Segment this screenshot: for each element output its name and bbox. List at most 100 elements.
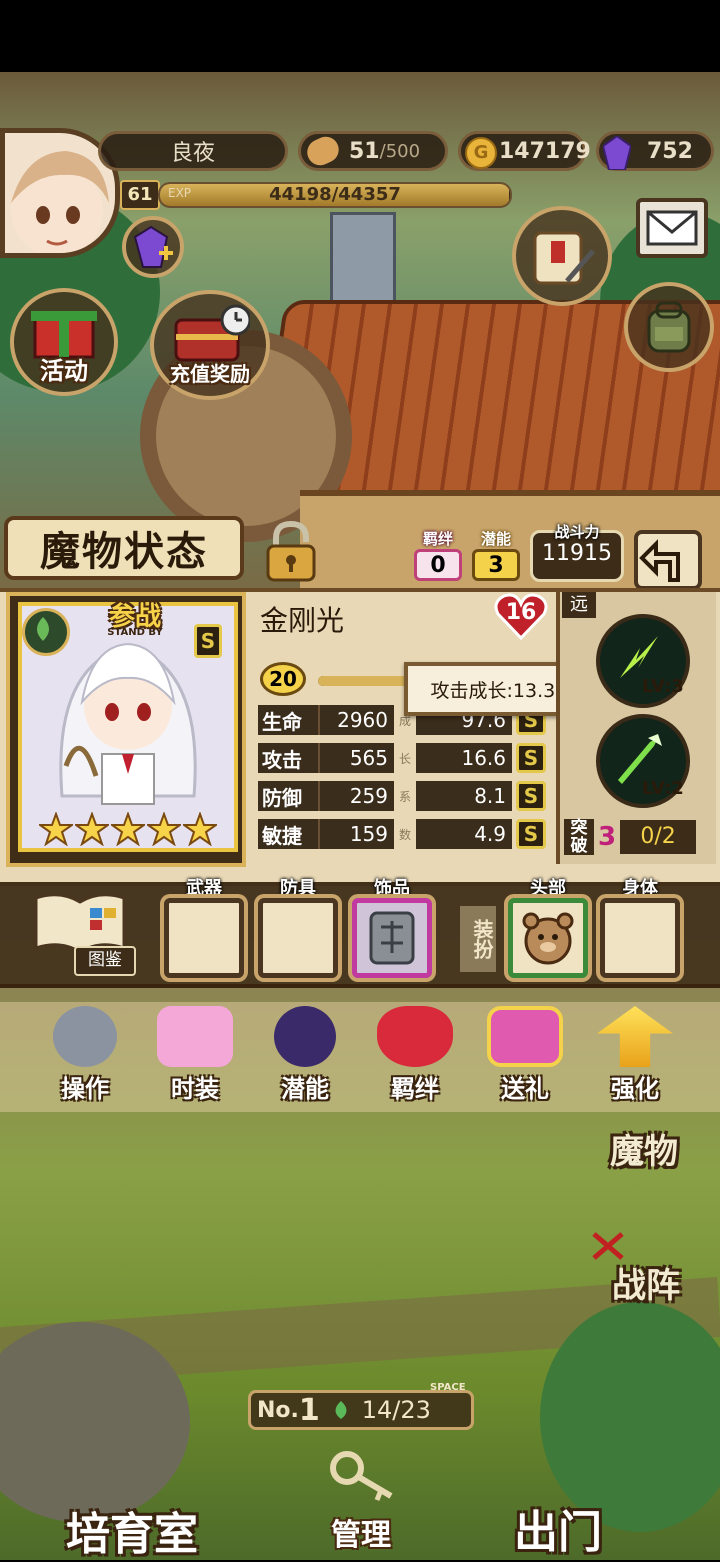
head-slot[interactable] <box>508 898 588 978</box>
dressup-label: 装扮 <box>460 906 496 972</box>
scroll-quill-icon <box>533 231 595 285</box>
growth-value: 4.9 <box>416 819 512 849</box>
stone-tablet-icon <box>369 911 415 965</box>
backpack-icon <box>647 301 691 353</box>
bond-label: 羁绊 <box>422 530 453 548</box>
potential-label: 潜能 <box>480 530 511 548</box>
stat-name: 防御 <box>258 781 318 811</box>
enhance-button[interactable]: 强化 <box>590 1006 680 1104</box>
padlock-icon <box>266 520 316 582</box>
action-label: 操作 <box>61 1075 109 1103</box>
bond-button[interactable]: 羁绊 <box>370 1006 460 1104</box>
accessory-label: 饰品 <box>374 878 410 899</box>
action-label: 强化 <box>611 1075 659 1103</box>
bear-hat-icon <box>522 912 574 965</box>
leaf-icon <box>335 1401 347 1419</box>
armor-slot[interactable] <box>258 898 338 978</box>
skills-panel: 远 LV:3 LV:2 突破 3 0/2 <box>556 592 716 864</box>
gold-value: 147179 <box>499 138 591 164</box>
stat-value: 159 <box>318 819 394 849</box>
stat-value: 2960 <box>318 705 394 735</box>
gift-box-icon <box>31 310 97 358</box>
growth-rank: S <box>516 781 546 811</box>
treasure-chest-icon <box>174 304 250 361</box>
player-level: 61 <box>120 180 160 210</box>
recharge-reward-button[interactable]: 充值奖励 <box>150 290 270 400</box>
quest-scroll-button[interactable] <box>512 206 612 306</box>
skill-2-level: LV:2 <box>642 778 684 799</box>
monster-level-badge: 16 <box>494 592 548 641</box>
gold-counter[interactable]: G 147179 <box>458 131 591 171</box>
bread-icon <box>303 132 343 170</box>
formation-nav-button[interactable]: 战阵 <box>612 1258 680 1307</box>
nursery-button[interactable]: 培育室 <box>66 1498 198 1562</box>
stat-name: 敏捷 <box>258 819 318 849</box>
accessory-slot[interactable] <box>352 898 432 978</box>
stat-row: 防御 259 系 8.1 S <box>258 780 548 812</box>
monster-level: 20 <box>260 662 306 696</box>
handbook-button[interactable]: 图鉴 <box>30 888 136 976</box>
manage-button[interactable]: 管理 <box>306 1446 416 1556</box>
star-rating <box>38 812 218 846</box>
gift-button[interactable]: 送礼 <box>480 1006 570 1104</box>
go-out-button[interactable]: 出门 <box>514 1496 602 1560</box>
rank-badge: S <box>194 624 222 658</box>
no-value: 1 <box>298 1392 320 1428</box>
hearts-icon <box>377 1006 453 1067</box>
gem-icon <box>603 136 631 170</box>
present-icon <box>487 1006 563 1067</box>
head-label: 头部 <box>530 878 566 899</box>
monster-card[interactable]: 参战 STAND BY S <box>6 592 246 867</box>
keys-icon <box>330 1451 393 1501</box>
stat-name: 攻击 <box>258 743 318 773</box>
potential-value: 3 <box>472 549 520 581</box>
stand-by-badge: 参战 STAND BY <box>80 596 190 638</box>
fashion-button[interactable]: 时装 <box>150 1006 240 1104</box>
weapon-slot[interactable] <box>164 898 244 978</box>
growth-char: 数 <box>398 827 411 842</box>
growth-value: 8.1 <box>416 781 512 811</box>
power-value: 11915 <box>542 541 612 566</box>
gem-plus-icon <box>133 225 173 268</box>
stamina-max: /500 <box>379 140 421 162</box>
growth-char: 系 <box>398 789 411 804</box>
gear-icon <box>53 1006 117 1067</box>
operate-button[interactable]: 操作 <box>40 1006 130 1104</box>
growth-value[interactable]: 16.6 <box>416 743 512 773</box>
gem-counter[interactable]: 752 <box>596 131 714 171</box>
growth-char: 长 <box>398 751 411 766</box>
breakthrough-value: 3 <box>598 822 617 852</box>
action-label: 潜能 <box>281 1075 329 1103</box>
action-label: 送礼 <box>501 1075 549 1103</box>
breakthrough-row: 突破 3 0/2 <box>564 816 714 858</box>
lock-button[interactable] <box>262 520 320 582</box>
backpack-button[interactable] <box>624 282 714 372</box>
bond-counter: 羁绊 0 <box>414 528 462 582</box>
mail-button[interactable] <box>636 198 708 258</box>
body-slot[interactable] <box>600 898 680 978</box>
handbook-label: 图鉴 <box>74 946 136 976</box>
crossed-swords-icon <box>590 1230 626 1260</box>
monster-nav-label: 魔物 <box>610 1132 678 1172</box>
exp-bar: EXP 44198/44357 <box>158 182 512 208</box>
monster-level-badge-value: 16 <box>505 600 537 625</box>
monster-nav-button[interactable]: 魔物 <box>610 1124 678 1173</box>
buy-gems-button[interactable] <box>122 216 184 278</box>
breakthrough-label: 突破 <box>564 819 594 855</box>
stamina-value: 51 <box>349 138 380 164</box>
monster-exp-fill <box>318 676 410 686</box>
player-name: 良夜 <box>170 141 215 166</box>
action-label: 羁绊 <box>391 1075 439 1103</box>
stamina-counter[interactable]: 51 /500 <box>298 131 448 171</box>
combat-power: 战斗力 11915 <box>530 523 624 582</box>
stat-row: 攻击 565 长 16.6 S <box>258 742 548 774</box>
back-button[interactable] <box>634 530 702 590</box>
shadow-demon-icon <box>274 1006 336 1067</box>
activity-button[interactable]: 活动 <box>10 288 118 396</box>
exp-value: 44198/44357 <box>269 184 401 205</box>
power-label: 战斗力 <box>554 523 600 541</box>
status-title: 魔物状态 <box>40 529 208 575</box>
potential-button[interactable]: 潜能 <box>260 1006 350 1104</box>
stat-name: 生命 <box>258 705 318 735</box>
element-leaf-icon <box>22 608 70 656</box>
